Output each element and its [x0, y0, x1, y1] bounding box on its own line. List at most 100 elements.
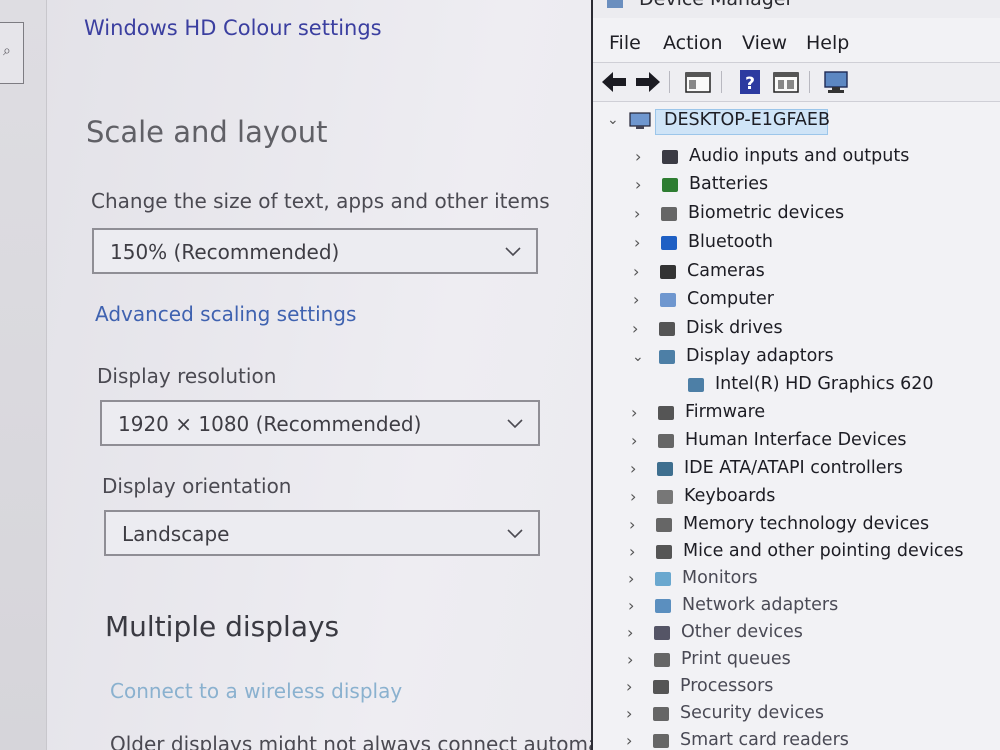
expand-chevron-icon[interactable]: › — [635, 177, 647, 193]
tree-item-label: Biometric devices — [688, 203, 845, 223]
tree-category-row[interactable]: › Cameras — [593, 259, 1000, 287]
tree-category-row[interactable]: › Disk drives — [593, 316, 1000, 344]
help-icon[interactable]: ? — [735, 68, 765, 96]
forward-arrow-icon[interactable] — [633, 68, 663, 96]
security-icon — [653, 707, 669, 721]
tree-item-label: IDE ATA/ATAPI controllers — [684, 458, 903, 478]
device-manager-app-icon — [607, 0, 623, 8]
tree-category-row[interactable]: › IDE ATA/ATAPI controllers — [593, 456, 1000, 484]
battery-icon — [662, 178, 678, 192]
tree-category-row[interactable]: › Bluetooth — [593, 230, 1000, 258]
expand-chevron-icon[interactable]: › — [633, 292, 645, 308]
orientation-label: Display orientation — [102, 474, 292, 498]
expand-chevron-icon[interactable]: › — [634, 235, 646, 251]
resolution-label: Display resolution — [97, 364, 277, 388]
scan-hardware-icon[interactable] — [821, 68, 851, 96]
expand-chevron-icon[interactable]: › — [629, 517, 641, 533]
tree-item-label: Smart card readers — [680, 730, 849, 750]
advanced-scaling-link[interactable]: Advanced scaling settings — [95, 302, 356, 326]
tree-child-row[interactable]: Intel(R) HD Graphics 620 — [593, 372, 1000, 400]
tree-category-row[interactable]: › Network adapters — [593, 593, 1000, 621]
expand-chevron-icon[interactable]: › — [627, 625, 639, 641]
tree-category-row[interactable]: › Memory technology devices — [593, 512, 1000, 540]
scale-layout-heading: Scale and layout — [86, 115, 328, 149]
tree-category-row[interactable]: › Print queues — [593, 647, 1000, 675]
tree-category-row[interactable]: › Biometric devices — [593, 201, 1000, 229]
device-manager-title: Device Manager — [639, 0, 793, 10]
properties-icon[interactable] — [771, 68, 801, 96]
menu-bar: File Action View Help — [593, 28, 1000, 60]
tree-category-row[interactable]: › Other devices — [593, 620, 1000, 648]
tree-category-row[interactable]: › Monitors — [593, 566, 1000, 594]
mouse-icon — [656, 545, 672, 559]
display-settings-pane: Windows HD Colour settings Scale and lay… — [46, 0, 625, 750]
tree-category-row[interactable]: ⌄ Display adaptors — [593, 344, 1000, 372]
expand-chevron-icon[interactable]: › — [627, 652, 639, 668]
collapse-chevron-icon[interactable]: ⌄ — [632, 350, 644, 364]
other-devices-icon — [654, 626, 670, 640]
multiple-displays-heading: Multiple displays — [105, 610, 340, 643]
expand-chevron-icon[interactable]: › — [632, 321, 644, 337]
root-node-label: DESKTOP-E1GFAEB — [664, 110, 830, 130]
tree-item-label: Batteries — [689, 174, 769, 194]
expand-chevron-icon[interactable]: › — [633, 264, 645, 280]
collapse-chevron-icon[interactable]: ⌄ — [607, 113, 619, 127]
tree-item-label: Print queues — [681, 649, 791, 669]
orientation-dropdown[interactable]: Landscape — [104, 510, 540, 556]
older-displays-note: Older displays might not always connect … — [110, 732, 625, 750]
processor-icon — [653, 680, 669, 694]
tree-category-row[interactable]: › Mice and other pointing devices — [593, 539, 1000, 567]
windows-hd-colour-link[interactable]: Windows HD Colour settings — [84, 16, 382, 40]
tree-category-row[interactable]: › Security devices — [593, 701, 1000, 729]
menu-file[interactable]: File — [609, 32, 641, 54]
show-hide-console-tree-icon[interactable] — [683, 68, 713, 96]
expand-chevron-icon[interactable]: › — [628, 598, 640, 614]
tree-item-label: Processors — [680, 676, 774, 696]
scale-dropdown[interactable]: 150% (Recommended) — [92, 228, 538, 274]
expand-chevron-icon[interactable]: › — [630, 461, 642, 477]
display-adapter-icon — [688, 378, 704, 392]
expand-chevron-icon[interactable]: › — [626, 706, 638, 722]
network-icon — [655, 599, 671, 613]
expand-chevron-icon[interactable]: › — [630, 489, 642, 505]
resolution-dropdown[interactable]: 1920 × 1080 (Recommended) — [100, 400, 540, 446]
menu-help[interactable]: Help — [806, 32, 849, 54]
menu-view[interactable]: View — [742, 32, 787, 54]
tree-category-row[interactable]: › Audio inputs and outputs — [593, 144, 1000, 172]
screen: ⌕ Windows HD Colour settings Scale and l… — [0, 0, 1000, 750]
smart-card-icon — [653, 734, 669, 748]
expand-chevron-icon[interactable]: › — [628, 571, 640, 587]
monitor-icon — [655, 572, 671, 586]
menu-action[interactable]: Action — [663, 32, 723, 54]
device-manager-titlebar[interactable]: Device Manager — [593, 0, 1000, 18]
expand-chevron-icon[interactable]: › — [631, 405, 643, 421]
tree-category-row[interactable]: › Batteries — [593, 172, 1000, 200]
tree-category-row[interactable]: › Processors — [593, 674, 1000, 702]
tree-category-row[interactable]: › Keyboards — [593, 484, 1000, 512]
back-arrow-icon[interactable] — [599, 68, 629, 96]
tree-category-row[interactable]: › Firmware — [593, 400, 1000, 428]
tree-item-label: Network adapters — [682, 595, 839, 615]
firmware-icon — [658, 406, 674, 420]
camera-icon — [660, 265, 676, 279]
tree-item-label: Cameras — [687, 261, 765, 281]
expand-chevron-icon[interactable]: › — [634, 206, 646, 222]
tree-item-label: Keyboards — [684, 486, 776, 506]
tree-category-row[interactable]: › Human Interface Devices — [593, 428, 1000, 456]
tree-root-row[interactable]: ⌄ DESKTOP-E1GFAEB — [593, 108, 1000, 136]
tree-item-label: Security devices — [680, 703, 825, 723]
connect-wireless-display-link[interactable]: Connect to a wireless display — [110, 679, 402, 703]
expand-chevron-icon[interactable]: › — [629, 544, 641, 560]
display-adapter-icon — [659, 350, 675, 364]
tree-category-row[interactable]: › Computer — [593, 287, 1000, 315]
expand-chevron-icon[interactable]: › — [635, 149, 647, 165]
tree-category-row[interactable]: › Smart card readers — [593, 728, 1000, 750]
toolbar-separator — [721, 71, 722, 93]
expand-chevron-icon[interactable]: › — [626, 733, 638, 749]
search-box[interactable]: ⌕ — [0, 22, 24, 84]
expand-chevron-icon[interactable]: › — [631, 433, 643, 449]
printer-icon — [654, 653, 670, 667]
expand-chevron-icon[interactable]: › — [626, 679, 638, 695]
toolbar-separator — [669, 71, 670, 93]
scale-label: Change the size of text, apps and other … — [91, 189, 550, 213]
